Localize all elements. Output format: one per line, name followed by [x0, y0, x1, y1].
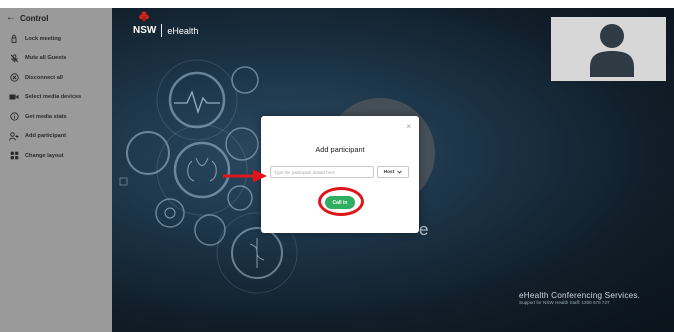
brand-title: eHealth Conferencing Services. — [519, 291, 641, 300]
waratah-logo-icon — [139, 11, 149, 22]
add-participant-dialog: × Add participant Host Call in — [261, 116, 419, 233]
sidebar-item-label: Lock meeting — [25, 35, 62, 42]
sidebar-item-lock-meeting[interactable]: Lock meeting — [0, 29, 112, 49]
avatar-placeholder-icon — [590, 24, 634, 77]
sidebar-item-disconnect-all[interactable]: Disconnect all — [0, 68, 112, 88]
sidebar-item-mute-all-guests[interactable]: Mute all Guests — [0, 49, 112, 69]
brand-subtitle: Support for NSW Health Staff: 1300 679 7… — [519, 300, 610, 305]
sidebar-item-label: Get media stats — [25, 113, 67, 120]
call-in-button[interactable]: Call in — [325, 196, 355, 209]
lock-icon — [8, 34, 20, 44]
role-select[interactable]: Host — [377, 166, 409, 178]
close-icon[interactable]: × — [406, 122, 411, 131]
sidebar-item-label: Mute all Guests — [25, 55, 67, 62]
role-select-value: Host — [383, 169, 395, 175]
dialog-title: Add participant — [315, 145, 365, 154]
camera-icon — [8, 93, 20, 101]
sidebar-header[interactable]: ← Control — [0, 8, 112, 29]
info-icon — [8, 112, 20, 121]
sidebar-item-get-media-stats[interactable]: Get media stats — [0, 107, 112, 127]
sidebar-item-label: Disconnect all — [25, 74, 63, 81]
participant-details-input[interactable] — [270, 166, 374, 178]
chevron-down-icon — [397, 170, 403, 174]
sidebar-item-change-layout[interactable]: Change layout — [0, 146, 112, 166]
sidebar-item-select-media-devices[interactable]: Select media devices — [0, 88, 112, 108]
logo-divider — [161, 24, 163, 37]
control-sidebar: ← Control Lock meeting Mute all Guests D… — [0, 8, 112, 332]
logo-nsw-text: NSW — [133, 25, 157, 36]
layout-icon — [8, 151, 20, 160]
sidebar-item-label: Change layout — [25, 152, 64, 159]
self-view-tile[interactable] — [551, 17, 666, 81]
background-partial-text: e — [419, 220, 428, 239]
sidebar-item-label: Select media devices — [25, 94, 82, 101]
sidebar-item-add-participant[interactable]: Add participant — [0, 127, 112, 147]
mute-icon — [8, 54, 20, 63]
nsw-ehealth-logo: NSW eHealth — [133, 11, 199, 37]
sidebar-title: Control — [20, 13, 49, 23]
disconnect-icon — [8, 73, 20, 82]
add-person-icon — [8, 132, 20, 141]
logo-ehealth-text: eHealth — [167, 25, 199, 36]
back-arrow-icon[interactable]: ← — [6, 13, 16, 23]
sidebar-item-label: Add participant — [25, 133, 67, 140]
